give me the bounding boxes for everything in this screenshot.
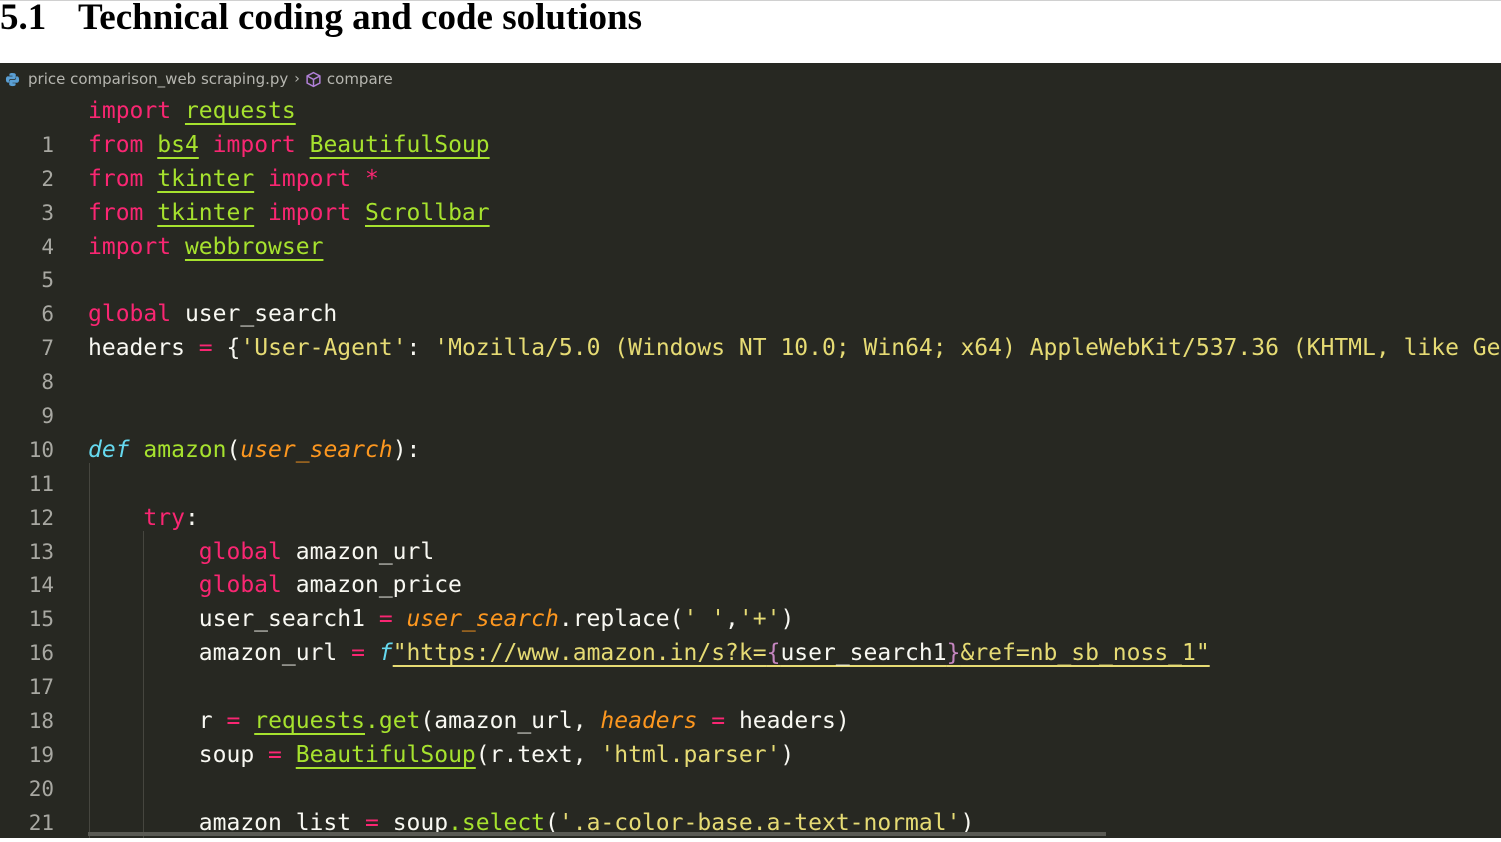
code-line: 4 from tkinter import Scrollbar xyxy=(0,197,1501,259)
page-bottom-margin xyxy=(0,838,1501,842)
breadcrumb-symbol[interactable]: compare xyxy=(327,70,393,88)
code-line: 1 import requests xyxy=(0,95,1501,157)
code-line: 9 xyxy=(0,366,1501,428)
code-line: 8 headers = {'User-Agent': 'Mozilla/5.0 … xyxy=(0,332,1501,394)
code-line: 5 import webbrowser xyxy=(0,231,1501,293)
code-line: 6 xyxy=(0,264,1501,326)
code-editor[interactable]: price comparison_web scraping.py › compa… xyxy=(0,63,1501,838)
horizontal-scrollbar[interactable] xyxy=(88,832,1106,836)
code-area[interactable]: 1 import requests 2 from bs4 import Beau… xyxy=(0,95,1501,838)
code-line: 20 soup = BeautifulSoup(r.text, 'html.pa… xyxy=(0,739,1501,801)
code-line: 13 try: xyxy=(0,502,1501,564)
code-line: 21 xyxy=(0,773,1501,835)
code-line: 2 from bs4 import BeautifulSoup xyxy=(0,129,1501,191)
code-line: 18 xyxy=(0,671,1501,733)
symbol-method-icon xyxy=(306,71,321,87)
code-line: 10 xyxy=(0,400,1501,462)
code-line: 11 def amazon(user_search): xyxy=(0,434,1501,496)
section-title: Technical coding and code solutions xyxy=(78,0,643,38)
code-line: 17 amazon_url = f"https://www.amazon.in/… xyxy=(0,637,1501,699)
code-line: 16 user_search1 = user_search.replace(' … xyxy=(0,603,1501,665)
section-number: 5.1 xyxy=(0,0,47,38)
code-line: 19 r = requests.get(amazon_url, headers … xyxy=(0,705,1501,767)
code-line: 15 global amazon_price xyxy=(0,569,1501,631)
code-line: 7 global user_search xyxy=(0,298,1501,360)
code-line: 12 xyxy=(0,468,1501,530)
document-section-heading: 5.1 Technical coding and code solutions xyxy=(0,0,1501,62)
python-file-icon xyxy=(5,72,20,86)
breadcrumb: price comparison_web scraping.py › compa… xyxy=(0,63,1501,95)
breadcrumb-file[interactable]: price comparison_web scraping.py xyxy=(28,70,288,88)
code-line: 3 from tkinter import * xyxy=(0,163,1501,225)
code-line: 14 global amazon_url xyxy=(0,536,1501,598)
chevron-right-icon: › xyxy=(294,71,300,87)
